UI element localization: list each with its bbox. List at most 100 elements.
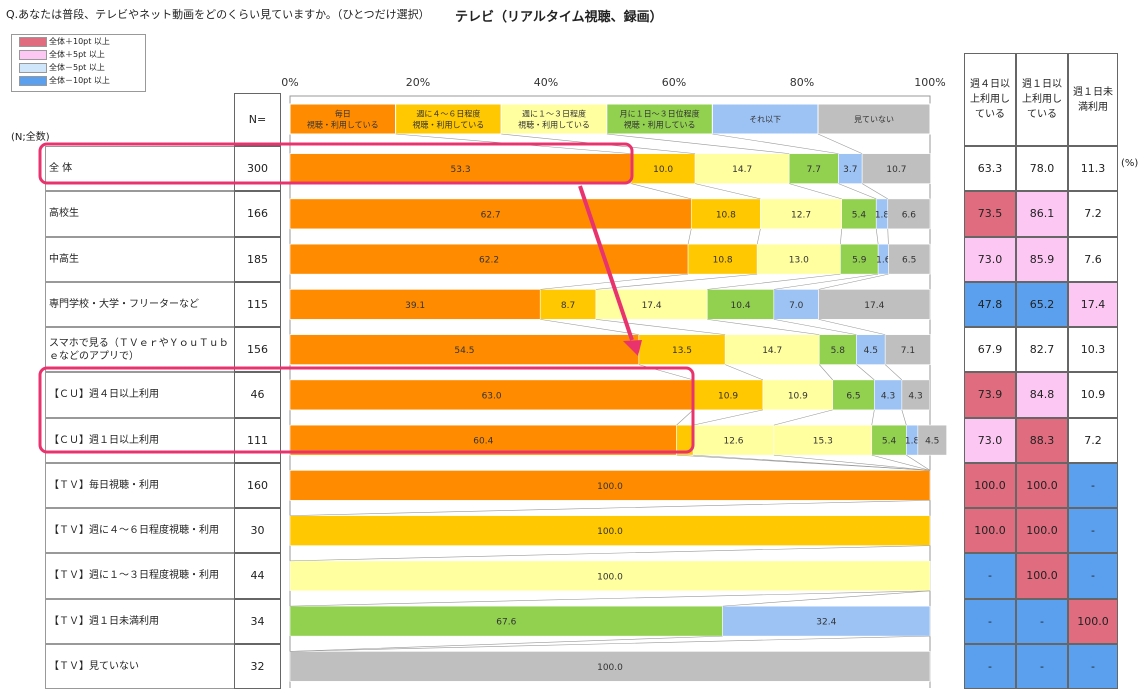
connector-line <box>773 454 931 471</box>
connector-line <box>289 635 723 652</box>
bar-value-label: 62.7 <box>481 210 501 220</box>
bar-value-label: 54.5 <box>454 346 474 356</box>
bar-value-label: 3.7 <box>843 165 857 175</box>
connector-line <box>687 228 692 245</box>
connector-line <box>756 228 761 245</box>
bar-value-label: 10.0 <box>653 165 673 175</box>
legend-header-label: 月に１日～３日位程度 <box>620 109 700 119</box>
bar-value-label: 10.9 <box>718 391 738 401</box>
legend-header-label: 視聴・利用している <box>307 120 379 130</box>
bar-value-label: 62.2 <box>479 256 499 266</box>
bar-value-label: 7.1 <box>901 346 915 356</box>
connector-line <box>631 183 692 200</box>
connector-line <box>818 273 889 290</box>
connector-line <box>871 454 931 471</box>
chart-page: Q.あなたは普段、テレビやネット動画をどのくらい見ていますか。（ひとつだけ選択）… <box>0 0 1144 689</box>
legend-header-segment <box>500 103 608 135</box>
bar-value-label: 1.8 <box>875 210 890 220</box>
connector-line <box>289 500 931 516</box>
connector-line <box>676 409 694 426</box>
bar-value-label: 15.3 <box>813 437 833 447</box>
connector-line <box>840 228 842 245</box>
bar-value-label: 53.3 <box>451 165 471 175</box>
bar-value-label: 32.4 <box>816 618 836 628</box>
x-tick-label: 100% <box>914 76 945 89</box>
legend-header-label: 週に１～３日程度 <box>522 109 586 119</box>
connector-line <box>606 133 790 154</box>
legend-header-label: それ以下 <box>749 115 781 124</box>
connector-line <box>901 409 907 426</box>
bar-value-label: 5.4 <box>882 437 897 447</box>
connector-line <box>725 364 764 381</box>
connector-line <box>773 319 857 335</box>
bar-value-label: 8.7 <box>561 301 575 311</box>
x-tick-label: 80% <box>790 76 814 89</box>
connector-line <box>819 364 833 381</box>
legend-header-label: 見ていない <box>854 115 894 124</box>
bar-value-label: 63.0 <box>482 391 502 401</box>
bar-value-label: 10.9 <box>788 391 808 401</box>
x-tick-label: 40% <box>534 76 558 89</box>
bar-value-label: 12.6 <box>723 437 743 447</box>
x-tick-label: 60% <box>662 76 686 89</box>
bar-value-label: 17.4 <box>864 301 884 311</box>
connector-line <box>707 273 841 290</box>
connector-line <box>289 590 931 607</box>
connector-line <box>817 133 863 154</box>
connector-line <box>289 635 931 652</box>
bar-value-label: 13.0 <box>789 256 809 266</box>
connector-line <box>862 183 888 200</box>
bar-value-label: 7.7 <box>807 165 821 175</box>
connector-line <box>856 364 875 381</box>
bar-value-label: 100.0 <box>597 572 623 582</box>
x-tick-label: 20% <box>406 76 430 89</box>
bar-value-label: 5.9 <box>852 256 867 266</box>
legend-header-segment <box>395 103 502 135</box>
connector-line <box>871 409 875 426</box>
bar-value-label: 10.8 <box>716 210 736 220</box>
connector-line <box>712 133 839 154</box>
connector-line <box>693 454 931 471</box>
connector-line <box>838 183 877 200</box>
connector-line <box>906 454 931 471</box>
legend-header-label: 視聴・利用している <box>624 120 696 130</box>
bar-value-label: 4.5 <box>925 437 939 447</box>
legend-header-label: 視聴・利用している <box>413 120 485 130</box>
bar-value-label: 10.7 <box>886 165 906 175</box>
legend-header-label: 週に４～６日程度 <box>416 109 480 119</box>
legend-header-segment <box>606 103 713 135</box>
connector-line <box>875 228 879 245</box>
connector-line <box>693 409 764 426</box>
bar-value-label: 6.5 <box>846 391 860 401</box>
bar-value-label: 5.8 <box>831 346 846 356</box>
bar-value-label: 14.7 <box>762 346 782 356</box>
bar-value-label: 100.0 <box>597 482 623 492</box>
bar-value-label: 7.0 <box>789 301 804 311</box>
bar-value-label: 4.5 <box>864 346 878 356</box>
connector-line <box>695 183 761 200</box>
legend-header-label: 視聴・利用している <box>518 120 590 130</box>
bar-value-label: 4.3 <box>881 391 895 401</box>
bar-value-label: 17.4 <box>642 301 662 311</box>
connector-line <box>595 319 726 335</box>
legend-header-segment <box>289 103 397 135</box>
connector-line <box>773 409 833 426</box>
bar-value-label: 12.7 <box>791 210 811 220</box>
bar-value-label: 10.4 <box>731 301 751 311</box>
connector-line <box>789 183 842 200</box>
connector-line <box>884 364 903 381</box>
bar-value-label: 100.0 <box>597 663 623 673</box>
connector-line <box>595 273 758 290</box>
bar-value-label: 14.7 <box>732 165 752 175</box>
bar-value-label: 39.1 <box>405 301 425 311</box>
bar-value-label: 67.6 <box>496 618 516 628</box>
x-tick-label: 0% <box>281 76 298 89</box>
connector-line <box>289 545 931 562</box>
connector-line <box>818 319 886 335</box>
stacked-bar-chart: 0% 20% 40% 60% 80% 100%毎日視聴・利用している週に４～６日程度視聴・… <box>38 76 947 688</box>
bar-value-label: 4.3 <box>908 391 922 401</box>
connector-line <box>887 228 889 245</box>
bar-value-label: 5.4 <box>852 210 867 220</box>
bar-value-label: 13.5 <box>672 346 692 356</box>
connector-line <box>707 319 820 335</box>
